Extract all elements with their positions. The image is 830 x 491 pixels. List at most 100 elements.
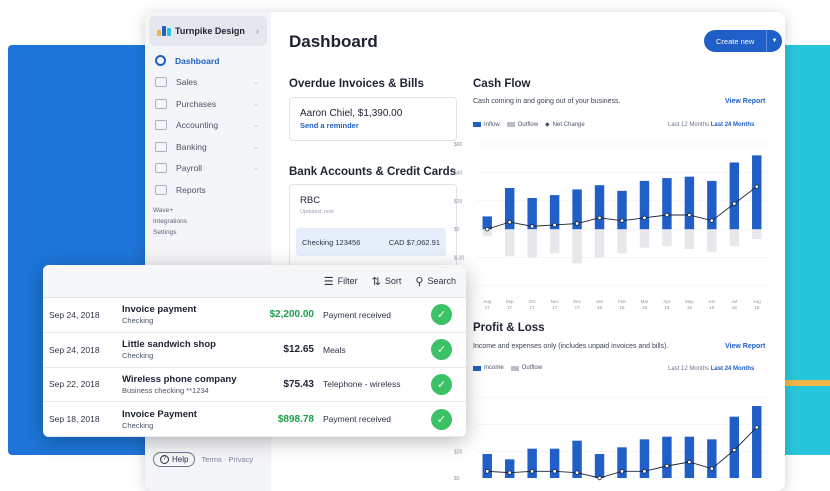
sidebar-item-payroll[interactable]: Payroll ⌄	[149, 158, 271, 180]
sidebar-item-accounting[interactable]: Accounting ⌄	[149, 115, 271, 137]
outflow-bar[interactable]	[617, 229, 627, 254]
income-bar[interactable]	[482, 454, 492, 478]
net-change-point[interactable]	[709, 466, 715, 471]
period-12-months[interactable]: Last 12 Months	[668, 366, 709, 372]
help-button[interactable]: ? Help	[153, 452, 196, 467]
net-change-point[interactable]	[664, 463, 670, 469]
filter-button[interactable]: ☰ Filter	[324, 275, 358, 288]
profit-loss-view-report-link[interactable]: View Report	[725, 343, 765, 350]
inflow-bar[interactable]	[752, 155, 762, 230]
cash-flow-view-report-link[interactable]: View Report	[725, 98, 765, 105]
net-change-point[interactable]	[485, 469, 490, 474]
footer-links[interactable]: Terms · Privacy	[201, 455, 253, 464]
inflow-bar[interactable]	[729, 162, 740, 230]
search-button[interactable]: ⚲ Search	[415, 275, 456, 288]
income-bar[interactable]	[684, 436, 695, 478]
sidebar-link-integrations[interactable]: Integrations	[153, 216, 271, 227]
net-change-point[interactable]	[529, 224, 535, 229]
business-switcher[interactable]: Turnpike Design ›	[149, 16, 267, 46]
sidebar-item-reports[interactable]: Reports	[149, 179, 271, 201]
income-bar[interactable]	[549, 448, 560, 478]
profit-loss-period-toggle[interactable]: Last 12 Months Last 24 Months	[668, 366, 754, 372]
inflow-bar[interactable]	[594, 185, 605, 230]
income-bar[interactable]	[504, 459, 515, 478]
outflow-bar[interactable]	[707, 229, 717, 252]
period-24-months[interactable]: Last 24 Months	[711, 122, 755, 128]
x-tick-label: 18	[664, 305, 670, 310]
x-tick-label: Jun	[708, 299, 716, 304]
net-change-point[interactable]	[619, 218, 625, 223]
income-bar[interactable]	[707, 439, 717, 478]
net-change-point[interactable]	[687, 459, 692, 465]
x-tick-label: Aug	[753, 299, 762, 304]
inflow-bar[interactable]	[639, 180, 650, 230]
income-bar[interactable]	[729, 416, 740, 478]
cash-flow-chart: $60$40$20$0$-20$-40Aug17Sep17Oct17Nov17D…	[454, 142, 768, 310]
outflow-bar[interactable]	[549, 229, 560, 254]
reviewed-check-icon[interactable]: ✓	[431, 339, 452, 361]
sidebar-link-settings[interactable]: Settings	[153, 227, 271, 238]
net-change-point[interactable]	[552, 469, 557, 474]
outflow-bar[interactable]	[729, 229, 740, 247]
sidebar-item-banking[interactable]: Banking ⌄	[149, 136, 271, 158]
income-bar[interactable]	[662, 436, 672, 478]
net-change-point[interactable]	[709, 218, 715, 223]
transaction-row[interactable]: Sep 22, 2018 Wireless phone company Busine…	[43, 368, 466, 403]
income-bar[interactable]	[527, 448, 537, 478]
inflow-bar[interactable]	[662, 178, 672, 230]
sidebar-link-wave-plus[interactable]: Wave+	[153, 205, 271, 216]
period-24-months[interactable]: Last 24 Months	[711, 366, 755, 372]
send-reminder-link[interactable]: Send a reminder	[300, 121, 446, 130]
transaction-row[interactable]: Sep 18, 2018 Invoice Payment Checking $898.…	[43, 402, 466, 437]
income-bar[interactable]	[594, 454, 605, 478]
reviewed-check-icon[interactable]: ✓	[431, 408, 452, 430]
inflow-bar[interactable]	[684, 176, 695, 230]
net-change-point[interactable]	[574, 470, 580, 475]
account-name: Checking 123456	[302, 237, 361, 247]
period-12-months[interactable]: Last 12 Months	[668, 122, 709, 128]
create-new-button[interactable]: Create new ▼	[704, 30, 782, 52]
net-change-point[interactable]	[732, 447, 737, 453]
net-change-point[interactable]	[574, 221, 580, 226]
transaction-row[interactable]: Sep 24, 2018 Invoice payment Checking $2,20…	[43, 298, 466, 333]
transaction-row[interactable]: Sep 24, 2018 Little sandwich shop Checking…	[43, 333, 466, 368]
sidebar-item-dashboard[interactable]: Dashboard	[149, 50, 271, 72]
outflow-bar[interactable]	[527, 229, 537, 258]
sidebar-item-purchases[interactable]: Purchases ⌄	[149, 93, 271, 115]
income-bar[interactable]	[752, 406, 762, 478]
outflow-bar[interactable]	[594, 229, 605, 258]
net-change-point[interactable]	[597, 475, 602, 481]
chevron-down-icon[interactable]: ▼	[766, 30, 782, 52]
net-change-point[interactable]	[642, 469, 647, 474]
net-change-point[interactable]	[754, 184, 759, 189]
outflow-bar[interactable]	[662, 229, 672, 247]
outflow-bar[interactable]	[752, 229, 762, 240]
reviewed-check-icon[interactable]: ✓	[431, 373, 452, 395]
net-change-point[interactable]	[597, 215, 602, 221]
sidebar-minor-links: Wave+ Integrations Settings	[145, 201, 271, 238]
net-change-point[interactable]	[552, 222, 557, 228]
net-change-point[interactable]	[485, 226, 490, 232]
net-change-point[interactable]	[664, 212, 670, 218]
inflow-bar[interactable]	[617, 190, 627, 230]
net-change-point[interactable]	[619, 469, 625, 474]
profit-loss-title: Profit & Loss	[473, 322, 545, 334]
net-change-point[interactable]	[529, 469, 535, 474]
sidebar-item-sales[interactable]: Sales ⌄	[149, 72, 271, 94]
profit-loss-legend: Income Outflow	[473, 365, 549, 371]
sort-button[interactable]: ⇅ Sort	[372, 275, 402, 288]
net-change-point[interactable]	[507, 470, 512, 475]
cash-flow-period-toggle[interactable]: Last 12 Months Last 24 Months	[668, 122, 754, 128]
net-change-point[interactable]	[754, 425, 759, 430]
bank-account-row[interactable]: Checking 123456 CAD $7,062.91	[296, 228, 446, 256]
net-change-point[interactable]	[687, 212, 692, 218]
outflow-bar[interactable]	[639, 229, 650, 248]
outflow-bar[interactable]	[684, 229, 695, 250]
outflow-bar[interactable]	[504, 229, 515, 257]
scale-icon	[155, 120, 167, 131]
net-change-point[interactable]	[642, 215, 647, 221]
net-change-point[interactable]	[732, 201, 737, 206]
reviewed-check-icon[interactable]: ✓	[431, 304, 452, 326]
net-change-point[interactable]	[507, 219, 512, 225]
outflow-bar[interactable]	[572, 229, 582, 264]
